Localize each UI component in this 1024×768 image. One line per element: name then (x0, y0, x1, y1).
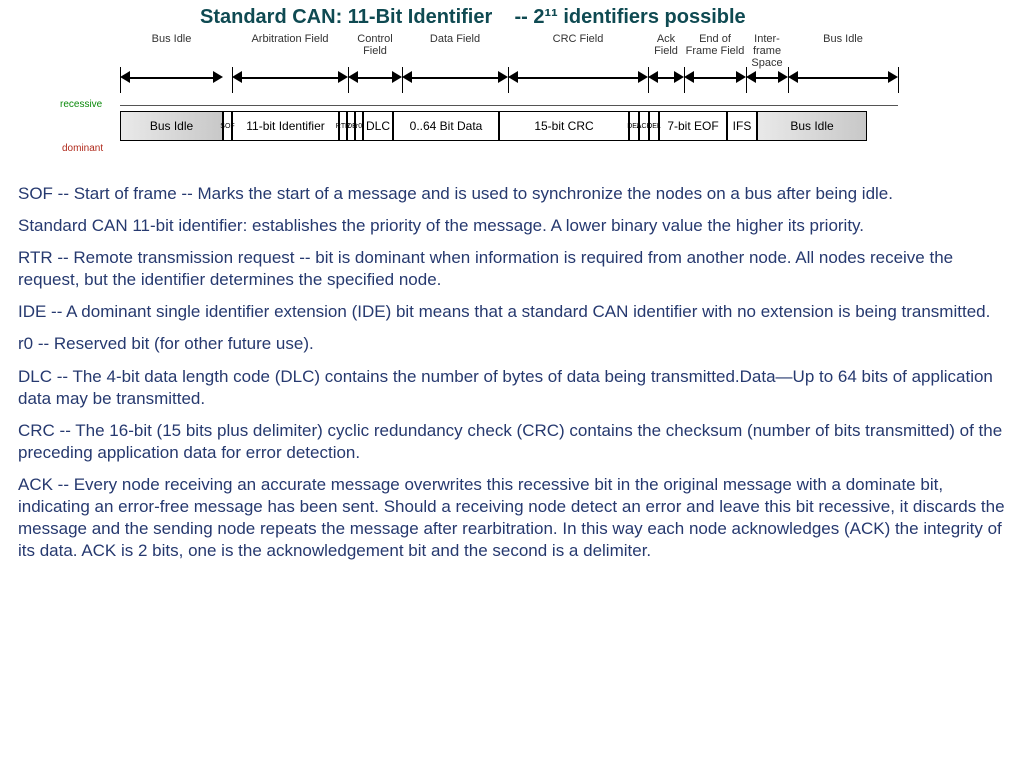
frame-field: r0 (355, 111, 363, 141)
region-arrow (798, 77, 888, 79)
description-paragraph: IDE -- A dominant single identifier exte… (0, 297, 1024, 329)
frame-field: 7-bit EOF (659, 111, 727, 141)
frame-field: IDE (347, 111, 355, 141)
frame-field: Bus Idle (757, 111, 867, 141)
frame-field: IFS (727, 111, 757, 141)
frame-field: 11-bit Identifier (232, 111, 339, 141)
frame-fields: Bus IdleSOF11-bit IdentifierRTRIDEr0DLC0… (120, 111, 962, 141)
region-arrow (412, 77, 498, 79)
frame-field: Bus Idle (120, 111, 223, 141)
region-arrow (658, 77, 674, 79)
region-label: Ack Field (648, 33, 684, 57)
description-paragraph: SOF -- Start of frame -- Marks the start… (0, 179, 1024, 211)
frame-field: DLC (363, 111, 393, 141)
region-arrow (130, 77, 213, 79)
region-label: Control Field (348, 33, 402, 57)
level-dominant: dominant (62, 143, 103, 154)
region-arrow (694, 77, 736, 79)
region-label: Bus Idle (788, 33, 898, 45)
description-paragraph: DLC -- The 4-bit data length code (DLC) … (0, 362, 1024, 416)
region-label: Data Field (402, 33, 508, 45)
frame-field: SOF (223, 111, 232, 141)
region-arrow (242, 77, 338, 79)
description-paragraph: CRC -- The 16-bit (15 bits plus delimite… (0, 416, 1024, 470)
description-paragraph: Standard CAN 11-bit identifier: establis… (0, 211, 1024, 243)
region-arrow (518, 77, 638, 79)
page-title: Standard CAN: 11-Bit Identifier -- 2¹¹ i… (0, 0, 1024, 33)
region-label: Arbitration Field (232, 33, 348, 45)
description-paragraph: ACK -- Every node receiving an accurate … (0, 470, 1024, 568)
region-arrow (358, 77, 392, 79)
frame-field: 15-bit CRC (499, 111, 629, 141)
title-main: Standard CAN: 11-Bit Identifier (200, 6, 492, 28)
can-frame-diagram: Bus Idle Arbitration FieldControl FieldDa… (62, 33, 962, 173)
region-label: End of Frame Field (684, 33, 746, 57)
title-tail: -- 2¹¹ identifiers possible (515, 6, 746, 28)
frame-field: 0..64 Bit Data (393, 111, 499, 141)
frame-field: DEL (649, 111, 659, 141)
region-label: Inter-frame Space (746, 33, 788, 69)
region-label: CRC Field (508, 33, 648, 45)
region-arrow (756, 77, 778, 79)
description-paragraph: r0 -- Reserved bit (for other future use… (0, 329, 1024, 361)
description-paragraph: RTR -- Remote transmission request -- bi… (0, 243, 1024, 297)
region-label: Bus Idle (120, 33, 223, 45)
level-recessive: recessive (60, 99, 102, 110)
